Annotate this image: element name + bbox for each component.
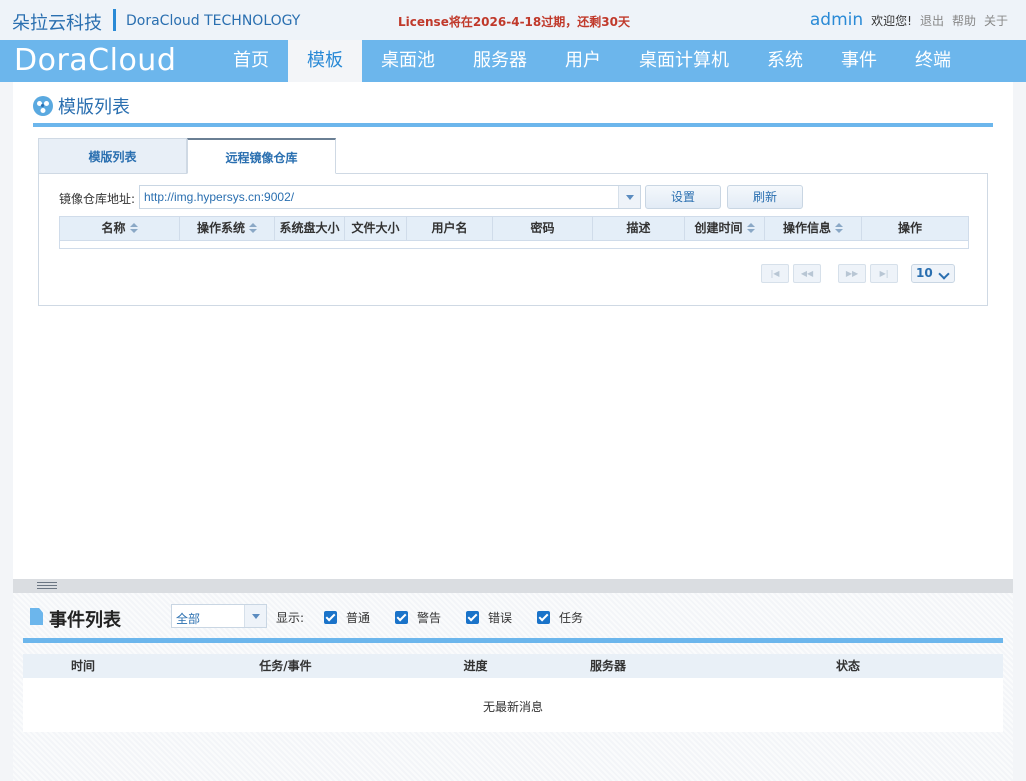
nav-item-7[interactable]: 事件 [822,40,896,82]
help-link[interactable]: 帮助 [952,12,976,29]
repository-table-body [59,241,969,249]
license-notice: License将在2026-4-18过期，还剩30天 [398,15,630,29]
table-col-header[interactable]: 名称 [60,217,180,240]
table-col-header[interactable]: 描述 [593,217,685,240]
table-col-header[interactable]: 操作 [862,217,958,240]
chevron-down-icon[interactable] [244,605,266,627]
table-col-label: 操作信息 [782,221,831,235]
section-header: 模版列表 [33,93,130,119]
nav-item-0[interactable]: 首页 [214,40,288,82]
filter-task-label: 任务 [559,611,584,625]
set-button[interactable]: 设置 [645,185,721,209]
table-col-label: 系统盘大小 [279,221,340,235]
chevron-down-icon[interactable] [618,186,640,208]
table-col-label: 描述 [626,221,651,235]
event-col-time: 时间 [70,659,95,673]
filter-normal-label: 普通 [346,611,371,625]
nav-item-2[interactable]: 桌面池 [362,40,454,82]
user-area: admin 欢迎您! 退出 帮助 关于 [810,10,1008,30]
event-col-progress: 进度 [463,659,488,673]
sort-icon[interactable] [129,223,138,233]
last-page-icon[interactable]: ▶| [870,264,898,283]
repo-address-combo [139,185,641,209]
filter-error-checkbox[interactable]: 错误 [466,609,512,626]
table-col-header[interactable]: 创建时间 [685,217,765,240]
table-col-label: 名称 [101,221,126,235]
next-page-icon[interactable]: ▶▶ [838,264,866,283]
logout-link[interactable]: 退出 [920,12,944,29]
table-col-label: 操作系统 [196,221,245,235]
page-size-select[interactable]: 10 [911,264,955,283]
refresh-button[interactable]: 刷新 [727,185,803,209]
event-divider [23,638,1003,643]
about-link[interactable]: 关于 [984,12,1008,29]
section-divider [33,123,993,127]
table-col-label: 文件大小 [351,221,400,235]
filter-normal-checkbox[interactable]: 普通 [324,609,370,626]
event-col-status: 状态 [835,659,860,673]
table-col-header[interactable]: 系统盘大小 [275,217,345,240]
sort-icon[interactable] [249,223,257,233]
remote-repository-panel: 镜像仓库地址: 设置 刷新 名称 操作系统 系统盘大小文件大小 用户名 密码 描述 创建时间… [38,173,988,306]
event-panel: 事件列表 全部 显示: 普通 警告 错误 任务 时间 任务/事件 进度 服务器 … [13,593,1013,781]
table-col-header[interactable]: 操作信息 [765,217,862,240]
top-header: 朵拉云科技 DoraCloud TECHNOLOGY License将在2026… [0,0,1026,40]
grip-icon[interactable] [37,582,57,591]
table-col-header[interactable]: 用户名 [407,217,493,240]
nav-item-4[interactable]: 用户 [546,40,620,82]
checkbox-checked-icon[interactable] [324,611,337,624]
nav-item-3[interactable]: 服务器 [454,40,546,82]
nav-item-1[interactable]: 模板 [288,40,362,82]
brand-name-cn: 朵拉云科技 [12,13,102,34]
table-col-header[interactable]: 密码 [493,217,593,240]
checkbox-checked-icon[interactable] [395,611,408,624]
empty-message: 无最新消息 [482,700,543,714]
filter-error-label: 错误 [488,611,513,625]
first-page-icon[interactable]: |◀ [761,264,789,283]
doracloud-logo: DoraCloud [14,43,177,78]
event-col-server: 服务器 [589,659,626,673]
repository-table-header: 名称 操作系统 系统盘大小 文件大小 用户名 密码 描述 创建时间 操作信息 操作 [59,216,969,241]
tab-template-list[interactable]: 模版列表 [38,138,187,174]
table-col-label: 操作 [897,221,922,235]
event-col-task: 任务/事件 [259,659,312,673]
event-table-header: 时间 任务/事件 进度 服务器 状态 [23,654,1003,678]
nav-item-8[interactable]: 终端 [896,40,970,82]
event-list-title: 事件列表 [49,610,121,631]
username[interactable]: admin [810,10,863,30]
event-table-body: 无最新消息 [23,678,1003,732]
table-col-header[interactable]: 操作系统 [180,217,275,240]
table-col-label: 密码 [530,221,555,235]
table-col-label: 创建时间 [694,221,743,235]
table-col-label: 用户名 [431,221,468,235]
filter-warning-label: 警告 [417,611,442,625]
nav-item-5[interactable]: 桌面计算机 [620,40,748,82]
event-filter-value: 全部 [176,612,201,626]
tab-remote-repository[interactable]: 远程镜像仓库 [187,138,336,174]
template-tabs: 模版列表 远程镜像仓库 [38,138,336,174]
document-icon [30,608,43,625]
filter-task-checkbox[interactable]: 任务 [537,609,583,626]
event-filter-select[interactable]: 全部 [171,604,267,628]
repo-address-input[interactable] [140,186,618,208]
brand-name-en: DoraCloud TECHNOLOGY [126,13,301,29]
table-col-header[interactable]: 文件大小 [345,217,407,240]
nav-item-6[interactable]: 系统 [748,40,822,82]
welcome-text: 欢迎您! [871,14,912,28]
page-title: 模版列表 [58,97,130,118]
sort-icon[interactable] [835,223,843,233]
checkbox-checked-icon[interactable] [537,611,550,624]
brand-divider [113,9,116,31]
main-nav: DoraCloud 首页 模板 桌面池 服务器 用户 桌面计算机 系统 事件 终端 [0,40,1026,82]
filter-warning-checkbox[interactable]: 警告 [395,609,441,626]
sort-icon[interactable] [746,223,755,233]
checkbox-checked-icon[interactable] [466,611,479,624]
film-reel-icon [33,96,53,116]
template-panel: 模版列表 模版列表 远程镜像仓库 镜像仓库地址: 设置 刷新 名称 操作系统 系统盘… [13,82,1013,579]
panel-splitter[interactable] [13,579,1013,593]
nav-items: 首页 模板 桌面池 服务器 用户 桌面计算机 系统 事件 终端 [214,40,970,82]
prev-page-icon[interactable]: ◀◀ [793,264,821,283]
repo-address-label: 镜像仓库地址: [59,192,136,206]
show-label: 显示: [276,611,305,625]
